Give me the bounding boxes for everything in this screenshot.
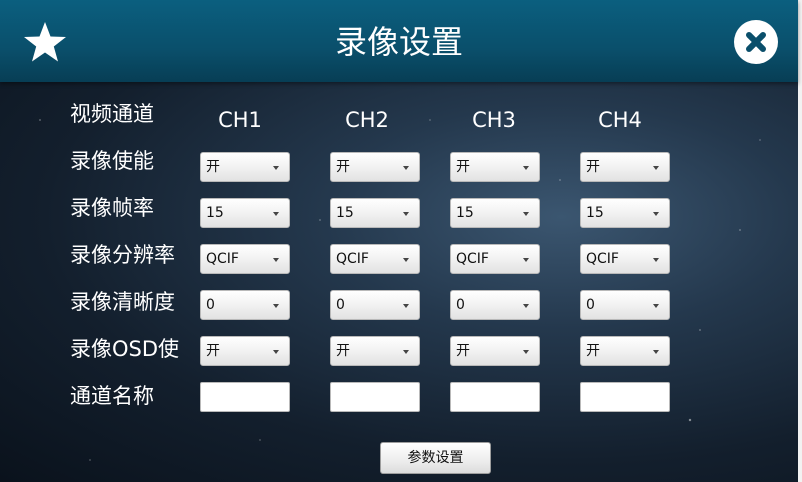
select-value: 15 — [336, 205, 354, 221]
select-value: 开 — [586, 159, 600, 175]
select-value: 开 — [336, 343, 350, 359]
channel-header-ch2: CH2 — [345, 108, 389, 132]
label-channel: 视频通道 — [70, 102, 154, 126]
select-value: 0 — [336, 297, 345, 313]
title-bar: 录像设置 — [0, 0, 798, 82]
select-value: QCIF — [456, 251, 489, 267]
dropdown-arrow-icon — [523, 166, 529, 170]
channel-header-ch1: CH1 — [218, 108, 262, 132]
resolution-select-ch1[interactable]: QCIF — [200, 244, 290, 274]
label-clarity: 录像清晰度 — [70, 290, 175, 314]
dropdown-arrow-icon — [523, 258, 529, 262]
select-value: 0 — [206, 297, 215, 313]
resolution-select-ch2[interactable]: QCIF — [330, 244, 420, 274]
dropdown-arrow-icon — [653, 212, 659, 216]
dropdown-arrow-icon — [273, 258, 279, 262]
enable-select-ch3[interactable]: 开 — [450, 152, 540, 182]
dropdown-arrow-icon — [273, 350, 279, 354]
fps-select-ch1[interactable]: 15 — [200, 198, 290, 228]
window-title: 录像设置 — [334, 23, 463, 61]
select-value: QCIF — [336, 251, 369, 267]
channel-header-ch3: CH3 — [472, 108, 516, 132]
fps-select-ch2[interactable]: 15 — [330, 198, 420, 228]
fps-select-ch3[interactable]: 15 — [450, 198, 540, 228]
select-value: 0 — [456, 297, 465, 313]
dropdown-arrow-icon — [653, 258, 659, 262]
channel-name-input-ch2[interactable] — [330, 382, 420, 412]
select-value: 0 — [586, 297, 595, 313]
select-value: 开 — [586, 343, 600, 359]
select-value: 15 — [206, 205, 224, 221]
channel-name-input-ch4[interactable] — [580, 382, 670, 412]
clarity-select-ch4[interactable]: 0 — [580, 290, 670, 320]
dropdown-arrow-icon — [273, 304, 279, 308]
select-value: 开 — [336, 159, 350, 175]
select-value: QCIF — [206, 251, 239, 267]
apply-settings-button[interactable]: 参数设置 — [380, 442, 491, 474]
osd-select-ch2[interactable]: 开 — [330, 336, 420, 366]
label-osd: 录像OSD使 — [70, 337, 180, 361]
dropdown-arrow-icon — [403, 212, 409, 216]
select-value: 15 — [456, 205, 474, 221]
enable-select-ch4[interactable]: 开 — [580, 152, 670, 182]
osd-select-ch1[interactable]: 开 — [200, 336, 290, 366]
select-value: 15 — [586, 205, 604, 221]
clarity-select-ch2[interactable]: 0 — [330, 290, 420, 320]
dropdown-arrow-icon — [523, 212, 529, 216]
enable-select-ch1[interactable]: 开 — [200, 152, 290, 182]
dropdown-arrow-icon — [403, 166, 409, 170]
select-value: 开 — [456, 343, 470, 359]
close-button[interactable] — [734, 20, 778, 64]
osd-select-ch4[interactable]: 开 — [580, 336, 670, 366]
dropdown-arrow-icon — [273, 166, 279, 170]
select-value: 开 — [206, 343, 220, 359]
dropdown-arrow-icon — [523, 304, 529, 308]
dropdown-arrow-icon — [653, 350, 659, 354]
dropdown-arrow-icon — [403, 304, 409, 308]
enable-select-ch2[interactable]: 开 — [330, 152, 420, 182]
channel-name-input-ch3[interactable] — [450, 382, 540, 412]
resolution-select-ch3[interactable]: QCIF — [450, 244, 540, 274]
select-value: 开 — [456, 159, 470, 175]
dropdown-arrow-icon — [653, 304, 659, 308]
channel-name-input-ch1[interactable] — [200, 382, 290, 412]
label-resolution: 录像分辨率 — [70, 243, 175, 267]
clarity-select-ch1[interactable]: 0 — [200, 290, 290, 320]
resolution-select-ch4[interactable]: QCIF — [580, 244, 670, 274]
label-record-enable: 录像使能 — [70, 149, 154, 173]
channel-header-ch4: CH4 — [598, 108, 642, 132]
clarity-select-ch3[interactable]: 0 — [450, 290, 540, 320]
dropdown-arrow-icon — [273, 212, 279, 216]
window-edge — [798, 0, 802, 482]
osd-select-ch3[interactable]: 开 — [450, 336, 540, 366]
fps-select-ch4[interactable]: 15 — [580, 198, 670, 228]
label-channel-name: 通道名称 — [70, 384, 154, 408]
label-frame-rate: 录像帧率 — [70, 196, 154, 220]
select-value: 开 — [206, 159, 220, 175]
dropdown-arrow-icon — [653, 166, 659, 170]
close-icon — [746, 32, 766, 52]
dropdown-arrow-icon — [403, 258, 409, 262]
dropdown-arrow-icon — [523, 350, 529, 354]
select-value: QCIF — [586, 251, 619, 267]
dropdown-arrow-icon — [403, 350, 409, 354]
